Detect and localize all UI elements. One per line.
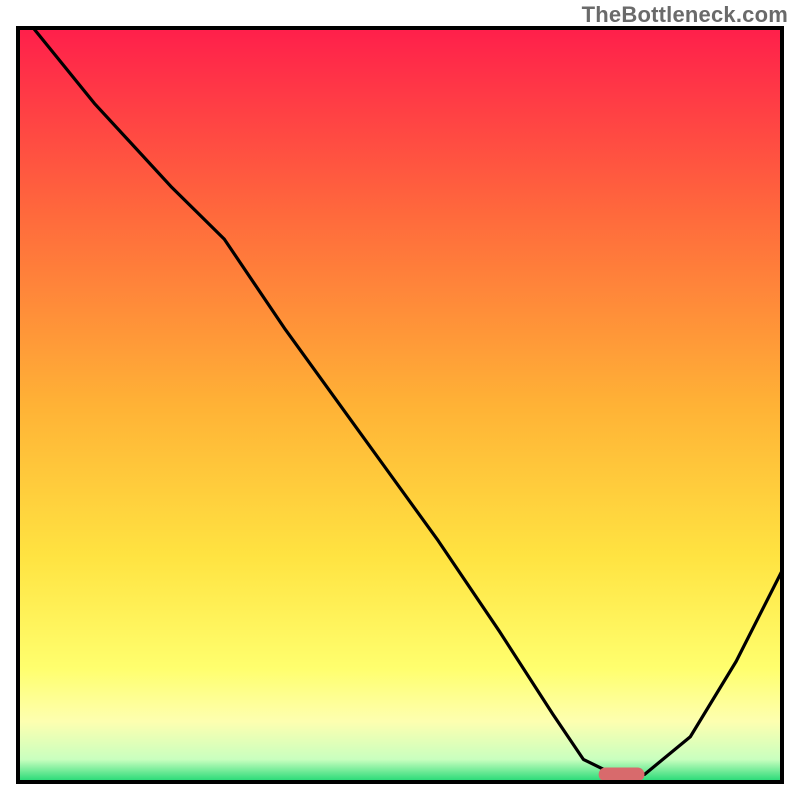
chart-svg — [0, 0, 800, 800]
plot-background — [18, 28, 782, 782]
optimum-marker — [599, 767, 645, 781]
chart-container: TheBottleneck.com — [0, 0, 800, 800]
